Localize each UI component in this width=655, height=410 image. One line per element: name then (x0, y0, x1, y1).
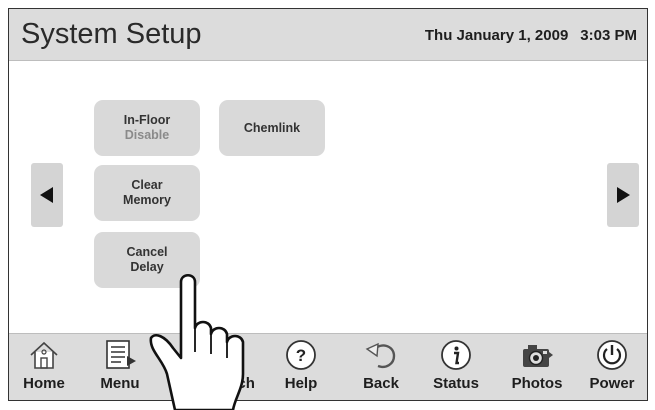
bottom-toolbar: Home Menu ach ? Help Back Status Photos … (9, 333, 647, 400)
menu-button[interactable]: Menu (87, 338, 153, 398)
cancel-delay-button[interactable]: Cancel Delay (94, 232, 200, 288)
home-label: Home (23, 375, 65, 392)
infloor-label: In-Floor (123, 113, 171, 127)
chemlink-button[interactable]: Chemlink (219, 100, 325, 156)
previous-page-button[interactable] (31, 163, 63, 227)
clear-memory-line2: Memory (123, 193, 171, 207)
page-title: System Setup (21, 18, 202, 50)
back-button[interactable]: Back (348, 338, 414, 398)
home-button[interactable]: Home (11, 338, 77, 398)
photos-button[interactable]: Photos (504, 338, 570, 398)
back-icon (365, 342, 396, 369)
cancel-delay-line1: Cancel (126, 245, 168, 259)
cancel-delay-line2: Delay (130, 260, 164, 274)
next-page-button[interactable] (607, 163, 639, 227)
info-icon (441, 340, 471, 370)
chemlink-label: Chemlink (243, 120, 301, 135)
power-label: Power (589, 375, 635, 392)
left-arrow-icon (40, 187, 53, 203)
clear-memory-button[interactable]: Clear Memory (94, 165, 200, 221)
clear-memory-line1: Clear (131, 178, 163, 192)
datetime-display: Thu January 1, 2009 3:03 PM (425, 27, 637, 44)
hidden-toolbar-button[interactable]: ach (209, 338, 275, 398)
house-icon (30, 341, 58, 369)
photos-label: Photos (511, 375, 563, 392)
infloor-status: Disable (124, 128, 170, 142)
power-button[interactable]: Power (579, 338, 645, 398)
menu-label: Menu (100, 375, 140, 392)
help-label: Help (284, 375, 318, 392)
help-button[interactable]: ? Help (268, 338, 334, 398)
date-text: Thu January 1, 2009 (424, 27, 569, 44)
hidden-toolbar-label: ach (229, 375, 255, 392)
svg-text:?: ? (296, 346, 306, 365)
system-setup-screen: System Setup Thu January 1, 2009 3:03 PM … (8, 8, 648, 401)
help-icon: ? (286, 340, 316, 370)
time-text: 3:03 PM (580, 27, 637, 44)
right-arrow-icon (617, 187, 630, 203)
hidden-icon (225, 338, 259, 372)
power-icon (597, 340, 627, 370)
back-label: Back (363, 375, 399, 392)
status-label: Status (433, 375, 479, 392)
status-button[interactable]: Status (423, 338, 489, 398)
menu-icon (106, 340, 136, 369)
camera-icon (523, 345, 553, 367)
infloor-disable-button[interactable]: In-Floor Disable (94, 100, 200, 156)
header-bar: System Setup Thu January 1, 2009 3:03 PM (9, 9, 647, 61)
